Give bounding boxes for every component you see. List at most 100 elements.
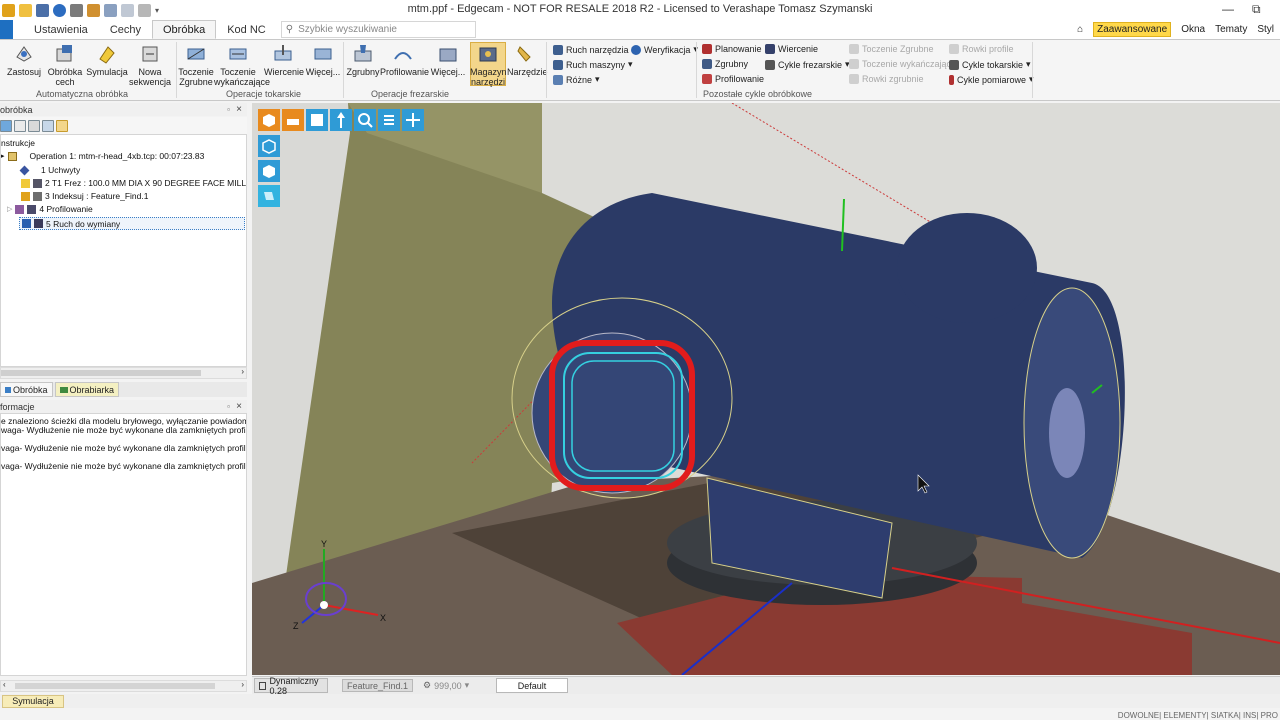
tree-item-index[interactable]: 3 Indeksuj : Feature_Find.1 — [21, 191, 148, 201]
groove-profile-button[interactable]: Rowki profile — [949, 44, 1014, 54]
themes-menu[interactable]: Tematy — [1215, 24, 1247, 35]
file-tab[interactable] — [0, 20, 13, 39]
iso-view-icon[interactable] — [258, 109, 280, 131]
tab-obrabiarka-panel[interactable]: Obrabiarka — [54, 382, 120, 397]
tool-store-button[interactable]: Magazyn narzędzi — [470, 43, 507, 87]
cycle-roughing-button[interactable]: Zgrubny — [702, 59, 748, 69]
info-horizontal-scrollbar[interactable]: ‹ › — [0, 680, 247, 692]
close-icon[interactable]: × — [236, 104, 242, 115]
scroll-thumb[interactable] — [15, 683, 215, 689]
delete-icon[interactable] — [138, 3, 151, 17]
tab-obrobka-panel[interactable]: Obróbka — [0, 382, 53, 397]
tree-horizontal-scrollbar[interactable]: › — [0, 367, 247, 379]
expand-icon[interactable]: ▸ — [1, 152, 5, 160]
profiling-button[interactable]: Profilowanie — [380, 43, 429, 77]
list-view-icon[interactable] — [378, 109, 400, 131]
top-view-icon[interactable] — [306, 109, 328, 131]
redo-icon[interactable] — [121, 3, 134, 17]
verification-button[interactable]: Weryfikacja▾ — [631, 44, 698, 55]
finish-turning-button[interactable]: Toczenie wykańczające — [214, 43, 270, 87]
windows-menu[interactable]: Okna — [1181, 24, 1205, 35]
cube-shaded-icon[interactable] — [258, 160, 280, 182]
rough-turning-small-button[interactable]: Toczenie Zgrubne — [849, 44, 934, 54]
scroll-right-icon[interactable]: › — [241, 680, 244, 689]
save-icon[interactable] — [36, 3, 49, 17]
pin-icon[interactable]: ▫ — [227, 402, 230, 411]
style-menu[interactable]: Styl — [1257, 24, 1274, 35]
tab-symulacja[interactable]: Symulacja — [2, 694, 64, 708]
tab-obrobka[interactable]: Obróbka — [152, 20, 217, 39]
expand-icon[interactable]: ▷ — [7, 205, 12, 213]
tree-item-tool-change[interactable]: 5 Ruch do wymiany — [19, 217, 245, 230]
turning-cycles-button[interactable]: Cykle tokarskie ▾ — [949, 59, 1031, 70]
tab-cechy[interactable]: Cechy — [99, 20, 152, 39]
machine-scene[interactable]: Y X Z — [252, 103, 1280, 675]
ribbon-separator — [343, 42, 344, 98]
milling-cycles-button[interactable]: Cykle frezarskie ▾ — [765, 59, 850, 70]
info-message: waga- Wydłużenie nie może być wykonane d… — [1, 425, 247, 435]
cube-wire-icon[interactable] — [258, 185, 280, 207]
undo-icon[interactable] — [104, 3, 117, 17]
value-field[interactable]: ⚙ 999,00 ▾ — [418, 678, 486, 693]
quick-search-input[interactable]: ⚲ Szybkie wyszukiwanie — [280, 21, 476, 38]
tree-operation[interactable]: ▸ Operation 1: mtm-r-head_4xb.tcp: 00:07… — [1, 151, 204, 161]
tree-root[interactable]: nstrukcje — [1, 138, 35, 148]
simulation-button[interactable]: Symulacja — [86, 43, 128, 77]
roughing-button[interactable]: Zgrubny — [346, 43, 380, 77]
info-icon[interactable] — [53, 3, 66, 17]
tree-item-fixtures[interactable]: 1 Uchwyty — [19, 165, 80, 175]
front-view-icon[interactable] — [282, 109, 304, 131]
scroll-thumb[interactable] — [1, 370, 201, 376]
fit-view-icon[interactable] — [402, 109, 424, 131]
apply-button[interactable]: Zastosuj — [6, 43, 42, 77]
tree-filter-icon[interactable] — [56, 119, 68, 132]
tool-button[interactable]: Narzędzie — [507, 43, 548, 77]
tree-view-icon[interactable] — [14, 119, 26, 132]
tab-kod-nc[interactable]: Kod NC — [216, 20, 277, 39]
graphics-viewport[interactable]: Y X Z — [252, 103, 1280, 675]
probing-cycles-button[interactable]: Cykle pomiarowe▾ — [949, 74, 1034, 85]
facing-icon — [702, 44, 712, 54]
various-button[interactable]: Różne ▾ — [553, 74, 600, 85]
zoom-icon[interactable] — [354, 109, 376, 131]
tools-icon[interactable] — [87, 3, 100, 17]
ribbon-separator — [1032, 42, 1033, 98]
new-sequence-button[interactable]: Nowa sekwencja — [128, 43, 172, 87]
refresh-icon[interactable] — [0, 119, 12, 132]
scroll-right-icon[interactable]: › — [241, 367, 244, 376]
tree-table-icon[interactable] — [28, 119, 40, 132]
tree-item-profiling[interactable]: ▷ 4 Profilowanie — [7, 204, 93, 214]
scroll-left-icon[interactable]: ‹ — [3, 680, 6, 689]
open-icon[interactable] — [19, 3, 32, 17]
close-icon[interactable]: × — [236, 401, 242, 412]
cube-view-icon[interactable] — [258, 135, 280, 157]
tool-move-button[interactable]: Ruch narzędzia▾ — [553, 44, 636, 55]
cycle-drilling-button[interactable]: Wiercenie — [765, 44, 818, 54]
collapse-icon[interactable]: ⌂ — [1077, 24, 1083, 35]
fixtures-icon — [19, 165, 30, 175]
layer-selector[interactable]: Default — [496, 678, 568, 693]
pin-icon[interactable]: ▫ — [227, 105, 230, 114]
rough-turning-button[interactable]: Toczenie Zgrubne — [178, 43, 214, 87]
groove-rough-button[interactable]: Rowki zgrubnie — [849, 74, 924, 84]
finish-turning-small-button[interactable]: Toczenie wykańczające — [849, 59, 956, 69]
tree-settings-icon[interactable] — [42, 119, 54, 132]
mode-advanced[interactable]: Zaawansowane — [1093, 22, 1172, 37]
print-icon[interactable] — [70, 3, 83, 17]
feature-selector[interactable]: Feature_Find.1 — [334, 678, 414, 693]
turn-drilling-button[interactable]: Wiercenie — [264, 43, 304, 77]
tree-item-tool[interactable]: 2 T1 Frez : 100.0 MM DIA X 90 DEGREE FAC… — [21, 178, 246, 188]
qat-dropdown-icon[interactable]: ▾ — [155, 6, 159, 15]
app-icon[interactable] — [2, 3, 15, 17]
view-mode-button[interactable]: Dynamiczny 0.28 — [254, 676, 328, 696]
cycle-profiling-button[interactable]: Profilowanie — [702, 74, 764, 84]
mill-more-button[interactable]: Więcej... — [430, 43, 466, 77]
minimize-button[interactable]: — — [1222, 2, 1234, 16]
facing-button[interactable]: Planowanie — [702, 44, 762, 54]
maximize-button[interactable]: ⧉ — [1252, 2, 1261, 17]
turn-more-button[interactable]: Więcej... — [305, 43, 341, 77]
tab-ustawienia[interactable]: Ustawienia — [23, 20, 99, 39]
machine-move-button[interactable]: Ruch maszyny ▾ — [553, 59, 633, 70]
feature-machining-button[interactable]: Obróbka cech — [46, 43, 84, 87]
pan-icon[interactable] — [330, 109, 352, 131]
